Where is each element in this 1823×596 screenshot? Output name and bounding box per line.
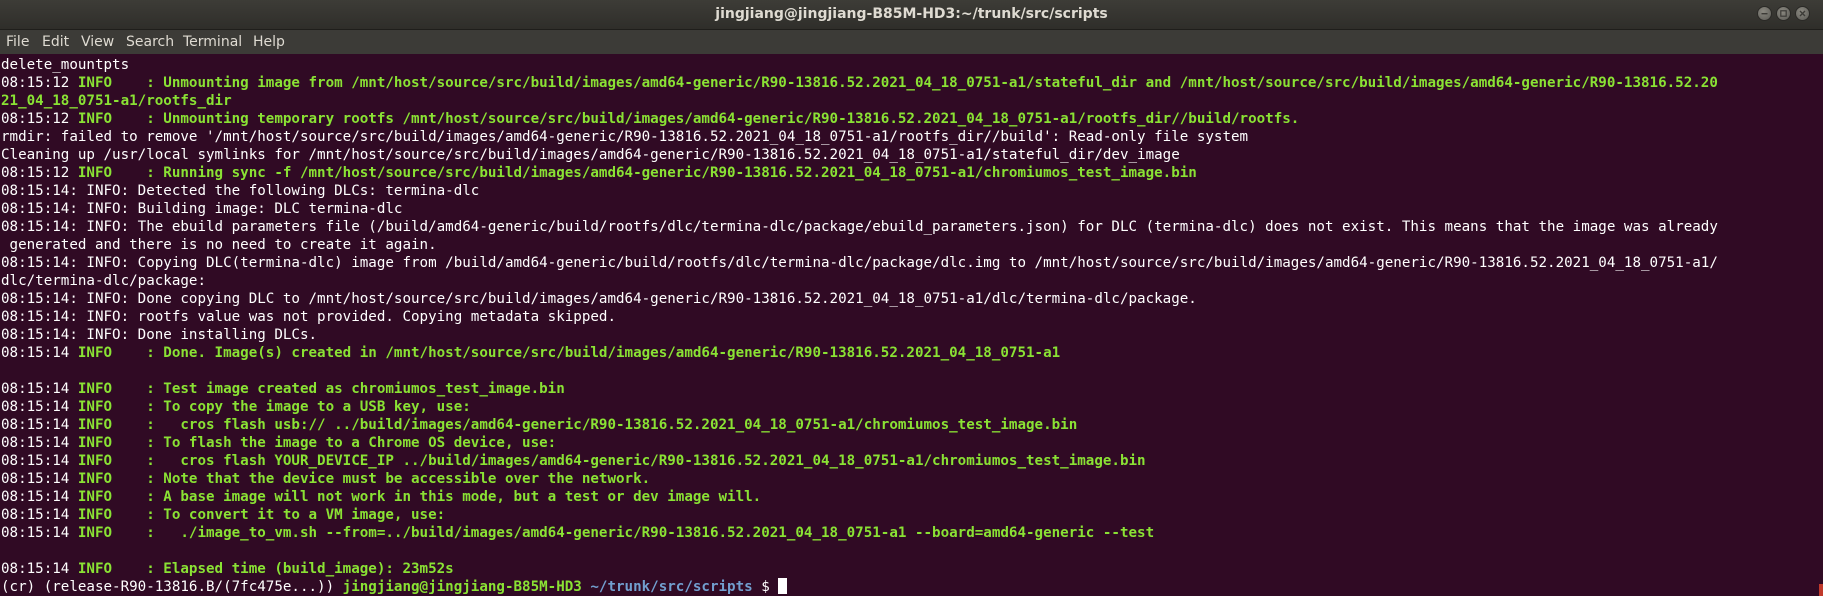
terminal-line: 08:15:12 INFO : Unmounting image from /m… [1,74,1819,92]
line-message: INFO : To convert it to a VM image, use: [77,507,446,523]
prompt-line[interactable]: (cr) (release-R90-13816.B/(7fc475e...)) … [1,578,788,596]
menu-terminal[interactable]: Terminal [183,30,242,54]
line-timestamp: 08:15:14 [1,417,78,433]
menu-help[interactable]: Help [253,30,285,54]
terminal-line: 08:15:14: INFO: Building image: DLC term… [1,201,403,217]
terminal-line: 08:15:14: INFO: Copying DLC(termina-dlc)… [1,255,1718,271]
close-button[interactable] [1795,6,1810,21]
terminal-line: generated and there is no need to create… [1,237,437,253]
terminal-line: Cleaning up /usr/local symlinks for /mnt… [1,147,1180,163]
terminal-line: 08:15:14: INFO: The ebuild parameters fi… [1,219,1718,235]
line-message: INFO : Done. Image(s) created in /mnt/ho… [77,345,1061,361]
maximize-button[interactable] [1776,6,1791,21]
terminal-line: 08:15:12 INFO : Unmounting temporary roo… [1,110,1819,128]
prompt-env: (cr) (release-R90-13816.B/(7fc475e...)) [1,579,343,595]
line-message: INFO : Running sync -f /mnt/host/source/… [77,165,1197,181]
terminal-line: 08:15:14: INFO: Done installing DLCs. [1,327,318,343]
terminal-window: jingjiang@jingjiang-B85M-HD3:~/trunk/src… [0,0,1823,596]
terminal-line: 08:15:14 INFO : To flash the image to a … [1,434,1819,452]
terminal-line: 08:15:14 INFO : cros flash YOUR_DEVICE_I… [1,452,1819,470]
menu-file[interactable]: File [6,30,29,54]
line-timestamp: 08:15:14 [1,381,78,397]
line-message: INFO : Elapsed time (build_image): 23m52… [77,561,454,577]
minimize-icon [1761,13,1768,15]
terminal-lines: delete_mountpts 08:15:12 INFO : Unmountin… [1,56,1819,578]
prompt-path: ~/trunk/src/scripts [581,579,753,595]
line-message: INFO : A base image will not work in thi… [77,489,762,505]
line-message: INFO : cros flash usb:// ../build/images… [77,417,1078,433]
line-timestamp: 08:15:14 [1,489,78,505]
terminal-line: 08:15:14 INFO : cros flash usb:// ../bui… [1,416,1819,434]
text-cursor [778,578,788,594]
title-bar[interactable]: jingjiang@jingjiang-B85M-HD3:~/trunk/src… [0,0,1823,30]
prompt-symbol: $ [752,579,779,595]
line-timestamp: 08:15:12 [1,111,78,127]
line-message: INFO : cros flash YOUR_DEVICE_IP ../buil… [77,453,1146,469]
line-message: INFO : Unmounting temporary rootfs /mnt/… [77,111,1300,127]
menu-search[interactable]: Search [126,30,174,54]
line-timestamp: 08:15:14 [1,525,78,541]
line-timestamp: 08:15:12 [1,165,78,181]
line-message: INFO : Note that the device must be acce… [77,471,651,487]
line-message: INFO : Unmounting image from /mnt/host/s… [77,75,1718,91]
terminal-line: 08:15:14 INFO : Note that the device mus… [1,470,1819,488]
menu-view[interactable]: View [81,30,114,54]
terminal-line: 08:15:14: INFO: rootfs value was not pro… [1,309,616,325]
line-message: INFO : To copy the image to a USB key, u… [77,399,471,415]
line-message: INFO : To flash the image to a Chrome OS… [77,435,557,451]
menu-bar: File Edit View Search Terminal Help [0,30,1823,54]
terminal-line: 21_04_18_0751-a1/rootfs_dir [1,93,232,109]
prompt-user-host: jingjiang@jingjiang-B85M-HD3 [342,579,582,595]
terminal-line: 08:15:14: INFO: Done copying DLC to /mnt… [1,291,1197,307]
terminal-line: 08:15:12 INFO : Running sync -f /mnt/hos… [1,164,1819,182]
terminal-line: 08:15:14 INFO : ./image_to_vm.sh --from=… [1,524,1819,542]
line-timestamp: 08:15:14 [1,561,78,577]
close-icon [1799,10,1806,17]
window-title: jingjiang@jingjiang-B85M-HD3:~/trunk/src… [715,6,1108,22]
menu-edit[interactable]: Edit [42,30,69,54]
maximize-icon [1780,10,1787,17]
line-timestamp: 08:15:14 [1,453,78,469]
line-timestamp: 08:15:14 [1,471,78,487]
terminal-line: 08:15:14 INFO : Elapsed time (build_imag… [1,560,1819,578]
line-timestamp: 08:15:14 [1,435,78,451]
terminal-line: 08:15:14 INFO : Test image created as ch… [1,380,1819,398]
line-timestamp: 08:15:12 [1,75,78,91]
terminal-line: delete_mountpts [1,57,130,73]
line-timestamp: 08:15:14 [1,507,78,523]
scroll-marker [1819,584,1823,596]
terminal-line: 08:15:14 INFO : To convert it to a VM im… [1,506,1819,524]
line-message: INFO : Test image created as chromiumos_… [77,381,565,397]
terminal-line: 08:15:14 INFO : Done. Image(s) created i… [1,344,1819,362]
line-timestamp: 08:15:14 [1,399,78,415]
line-message: INFO : ./image_to_vm.sh --from=../build/… [77,525,1155,541]
terminal-output[interactable]: delete_mountpts 08:15:12 INFO : Unmountin… [0,54,1823,596]
minimize-button[interactable] [1757,6,1772,21]
terminal-line: 08:15:14: INFO: Detected the following D… [1,183,480,199]
line-timestamp: 08:15:14 [1,345,78,361]
terminal-line: 08:15:14 INFO : A base image will not wo… [1,488,1819,506]
terminal-line: rmdir: failed to remove '/mnt/host/sourc… [1,129,1249,145]
terminal-line: dlc/termina-dlc/package: [1,273,206,289]
terminal-line: 08:15:14 INFO : To copy the image to a U… [1,398,1819,416]
